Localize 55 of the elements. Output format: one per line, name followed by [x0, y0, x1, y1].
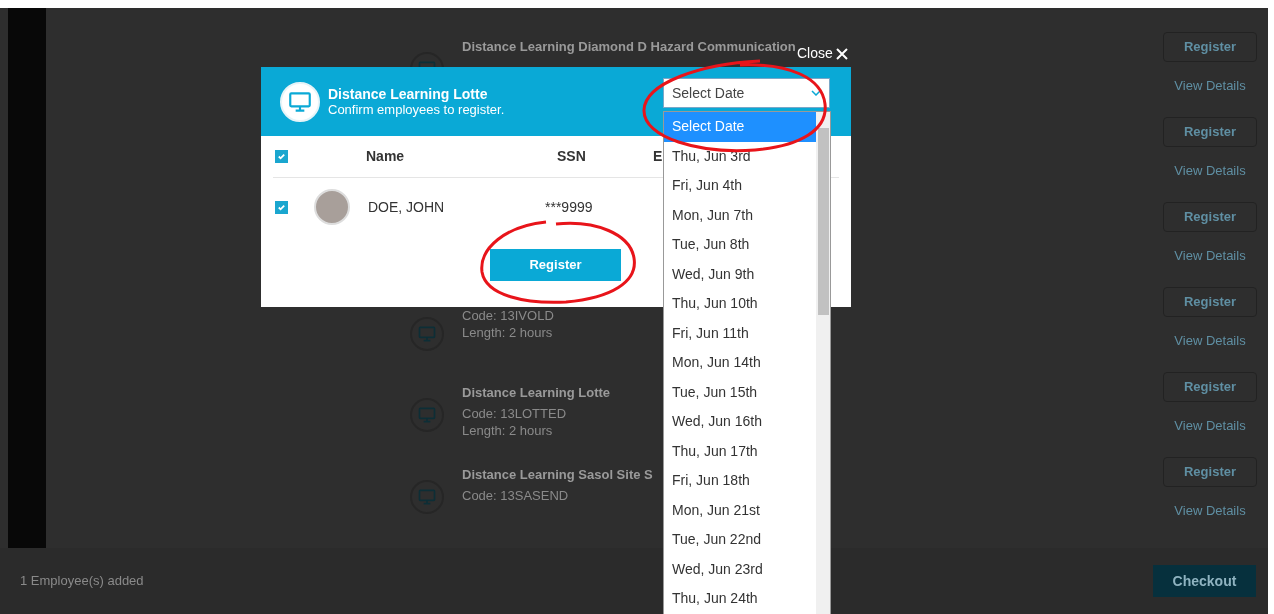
dialog-title: Distance Learning Lotte: [328, 85, 489, 102]
date-option[interactable]: Fri, Jun 18th: [664, 466, 816, 496]
check-icon: [277, 152, 286, 161]
date-option[interactable]: Tue, Jun 8th: [664, 230, 816, 260]
date-option[interactable]: Wed, Jun 23rd: [664, 554, 816, 584]
view-details-link[interactable]: View Details: [1174, 246, 1246, 266]
course-title: Distance Learning Lotte: [462, 384, 611, 402]
course-code: Code: 13SASEND: [462, 487, 570, 505]
date-option[interactable]: Thu, Jun 10th: [664, 289, 816, 319]
checkbox[interactable]: [275, 150, 288, 163]
employee-name: DOE, JOHN: [368, 197, 446, 217]
check-icon: [277, 202, 286, 212]
ssn: ***9999: [545, 197, 593, 217]
monitor-icon: [417, 487, 437, 508]
checkbox[interactable]: [275, 200, 288, 214]
date-option[interactable]: Fri, Jun 11th: [664, 318, 816, 348]
course-code: Code: 13LOTTED: [462, 405, 568, 423]
date-option[interactable]: Mon, Jun 21st: [664, 495, 816, 525]
employee-count: 1 Employee(s) added: [20, 572, 144, 591]
date-option[interactable]: Fri, Jun 4th: [664, 171, 816, 201]
column-header: Name: [366, 147, 406, 166]
date-option[interactable]: Wed, Jun 9th: [664, 259, 816, 289]
course-length: Length: 2 hours: [462, 323, 554, 341]
course-title: Distance Learning Sasol Site S: [462, 466, 653, 484]
date-option[interactable]: Thu, Jun 24th: [664, 584, 816, 614]
column-header: SSN: [557, 147, 587, 166]
date-option[interactable]: Mon, Jun 7th: [664, 200, 816, 230]
register-button[interactable]: Register: [1163, 372, 1257, 402]
register-button[interactable]: Register: [1163, 32, 1257, 62]
course-length: Length: 2 hours: [462, 422, 554, 440]
date-option[interactable]: Thu, Jun 17th: [664, 436, 816, 466]
view-details-link[interactable]: View Details: [1174, 416, 1246, 436]
register-button[interactable]: Register: [1163, 202, 1257, 232]
date-option[interactable]: Wed, Jun 16th: [664, 407, 816, 437]
avatar: [314, 189, 350, 225]
course-title: Distance Learning Diamond D Hazard Communication: [462, 38, 796, 55]
monitor-icon: [417, 405, 437, 426]
checkout-button[interactable]: Checkout: [1153, 565, 1256, 597]
view-details-link[interactable]: View Details: [1174, 501, 1246, 521]
view-details-link[interactable]: View Details: [1174, 76, 1246, 96]
chevron-icon: [811, 90, 821, 96]
date-option[interactable]: Tue, Jun 15th: [664, 377, 816, 407]
register-button[interactable]: Register: [1163, 287, 1257, 317]
date-option[interactable]: Tue, Jun 22nd: [664, 525, 816, 555]
date-select[interactable]: Select Date: [663, 78, 830, 108]
column-header: E: [653, 147, 663, 166]
course-code: Code: 13IVOLD: [462, 306, 554, 324]
view-details-link[interactable]: View Details: [1174, 331, 1246, 351]
register-button[interactable]: Register: [1163, 117, 1257, 147]
view-details-link[interactable]: View Details: [1174, 161, 1246, 181]
register-button[interactable]: Register: [1163, 457, 1257, 487]
date-option[interactable]: Mon, Jun 14th: [664, 348, 816, 378]
dialog-subtitle: Confirm employees to register.: [328, 101, 505, 118]
close-icon: [835, 47, 848, 60]
close-button[interactable]: Close: [797, 43, 848, 64]
